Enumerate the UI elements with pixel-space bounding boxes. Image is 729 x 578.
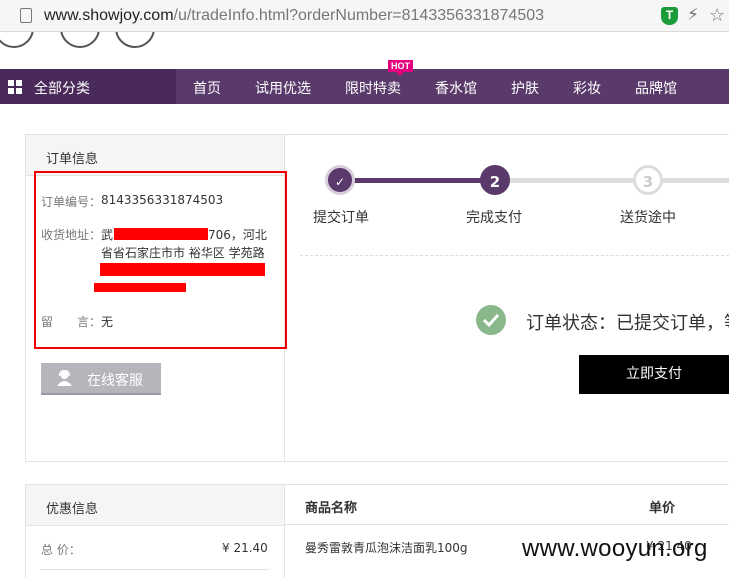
- header-circle-icon[interactable]: [0, 32, 34, 48]
- all-categories-label: 全部分类: [34, 81, 90, 97]
- main-nav: 全部分类 首页 试用优选 限时特卖 香水馆 护肤 彩妆 品牌馆: [0, 69, 729, 104]
- header-circle-icon[interactable]: [60, 32, 100, 48]
- all-categories-button[interactable]: 全部分类: [0, 69, 176, 104]
- step-3-label: 送货途中: [620, 210, 676, 226]
- total-value: ¥ 21.40: [222, 541, 268, 555]
- nav-item-flash-sale[interactable]: 限时特卖: [345, 78, 401, 98]
- online-service-button[interactable]: 在线客服: [41, 363, 161, 395]
- step-2-label: 完成支付: [466, 210, 522, 226]
- url-domain: www.showjoy.com: [44, 7, 174, 24]
- nav-item-trial[interactable]: 试用优选: [255, 78, 311, 98]
- online-service-label: 在线客服: [87, 373, 143, 389]
- divider: [300, 255, 729, 256]
- grid-icon: [8, 80, 22, 94]
- col-product-name: 商品名称: [305, 501, 358, 516]
- nav-item-perfume[interactable]: 香水馆: [435, 78, 477, 98]
- check-circle-icon: [476, 305, 506, 335]
- progress-line-pending: [494, 178, 729, 183]
- step-2-circle: 2: [480, 165, 510, 195]
- watermark: www.wooyun.org: [522, 535, 708, 562]
- order-info-title: 订单信息: [26, 135, 284, 176]
- nav-item-home[interactable]: 首页: [193, 78, 221, 98]
- shield-extension-icon[interactable]: T: [661, 7, 678, 25]
- progress-line-done: [340, 178, 494, 183]
- header-partial: [0, 32, 729, 69]
- divider: [40, 569, 269, 570]
- total-label: 总 价：: [41, 543, 81, 557]
- browser-address-bar[interactable]: www.showjoy.com/u/tradeInfo.html?orderNu…: [0, 0, 729, 32]
- page-icon: [20, 8, 32, 23]
- hot-badge: HOT: [388, 60, 413, 76]
- url-path: /u/tradeInfo.html?orderNumber=8143356331…: [173, 7, 545, 24]
- bookmark-star-icon[interactable]: ☆: [709, 5, 725, 26]
- promo-title: 优惠信息: [26, 485, 284, 526]
- pay-now-button[interactable]: 立即支付: [579, 355, 729, 394]
- nav-item-skincare[interactable]: 护肤: [511, 78, 539, 98]
- col-unit-price: 单价: [649, 501, 676, 516]
- promo-panel: 优惠信息: [25, 484, 285, 578]
- step-3-circle: 3: [633, 165, 663, 195]
- highlight-box: [34, 171, 287, 349]
- bolt-extension-icon[interactable]: ⚡: [687, 5, 699, 25]
- header-circle-icon[interactable]: [115, 32, 155, 48]
- nav-item-makeup[interactable]: 彩妆: [573, 78, 601, 98]
- order-status-text: 订单状态：已提交订单，等: [526, 313, 729, 334]
- nav-item-brands[interactable]: 品牌馆: [635, 78, 677, 98]
- agent-icon: [57, 370, 72, 386]
- step-1-check-icon: ✓: [325, 165, 355, 195]
- step-1-label: 提交订单: [313, 210, 369, 226]
- product-name-link[interactable]: 曼秀雷敦青瓜泡沫洁面乳100g: [305, 539, 468, 556]
- url-text[interactable]: www.showjoy.com/u/tradeInfo.html?orderNu…: [44, 7, 544, 25]
